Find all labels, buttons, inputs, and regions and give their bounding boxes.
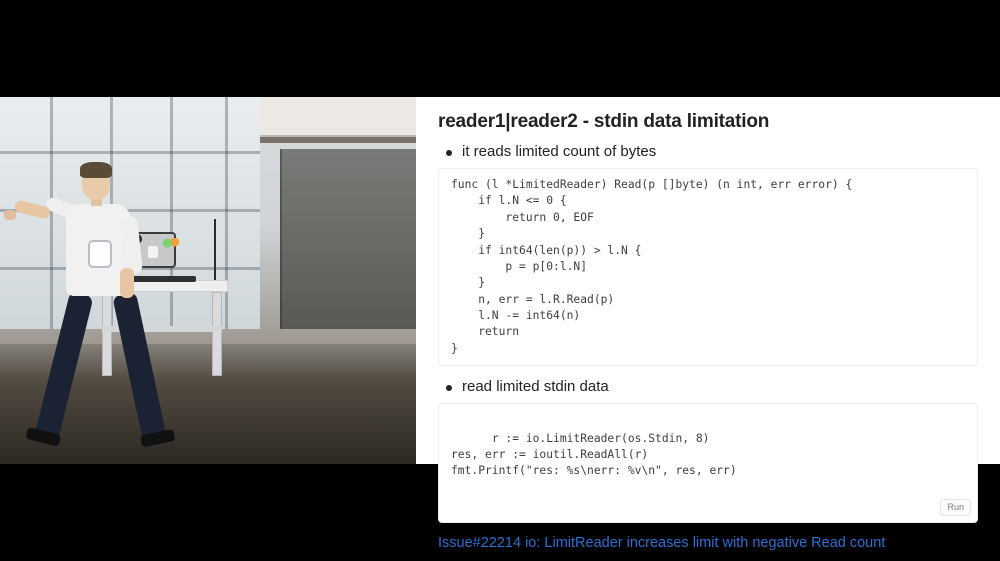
code-text: r := io.LimitReader(os.Stdin, 8) res, er… bbox=[451, 432, 737, 478]
bullet-dot-icon bbox=[446, 385, 452, 391]
code-block-limitedreader: func (l *LimitedReader) Read(p []byte) (… bbox=[438, 168, 978, 366]
background-building bbox=[280, 149, 416, 329]
presentation-slide: reader1|reader2 - stdin data limitation … bbox=[416, 97, 1000, 464]
video-frame: reader1|reader2 - stdin data limitation … bbox=[0, 97, 1000, 464]
code-block-example: r := io.LimitReader(os.Stdin, 8) res, er… bbox=[438, 403, 978, 523]
slide-title: reader1|reader2 - stdin data limitation bbox=[438, 111, 978, 133]
issue-link[interactable]: Issue#22214 io: LimitReader increases li… bbox=[438, 535, 885, 551]
presenter-camera-feed bbox=[0, 97, 416, 464]
bullet-item: it reads limited count of bytes bbox=[442, 143, 978, 160]
bullet-dot-icon bbox=[446, 150, 452, 156]
bullet-item: read limited stdin data bbox=[442, 378, 978, 395]
ceiling bbox=[260, 97, 416, 137]
bullet-text: it reads limited count of bytes bbox=[462, 143, 656, 160]
run-button[interactable]: Run bbox=[940, 499, 971, 516]
bullet-text: read limited stdin data bbox=[462, 378, 609, 395]
presenter-person bbox=[22, 158, 172, 458]
